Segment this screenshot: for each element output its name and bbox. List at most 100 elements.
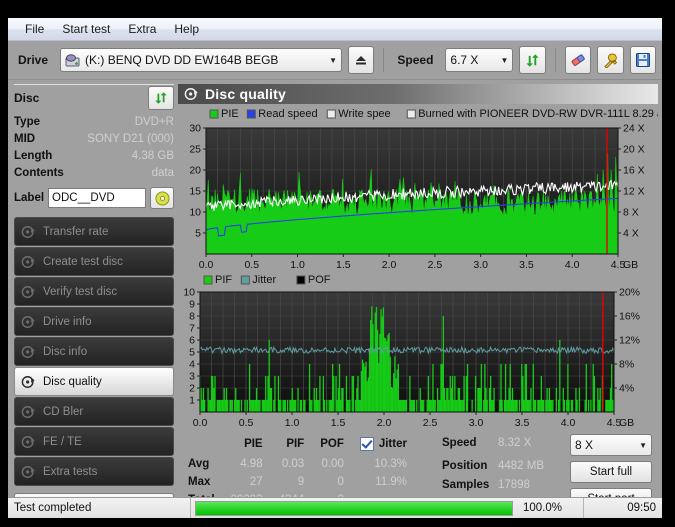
menu-item-extra[interactable]: Extra bbox=[119, 20, 165, 38]
row-value: 4.38 GB bbox=[131, 150, 174, 162]
status-message: Test completed bbox=[14, 502, 92, 514]
svg-text:2.0: 2.0 bbox=[382, 259, 397, 271]
table-row: Avg 4.98 0.03 0.00 10.3% bbox=[182, 455, 415, 473]
svg-text:1.0: 1.0 bbox=[290, 259, 305, 271]
svg-text:Jitter: Jitter bbox=[252, 274, 276, 286]
svg-text:24 X: 24 X bbox=[623, 123, 645, 135]
sidebar-item-label: CD Bler bbox=[43, 405, 84, 418]
disc-refresh-button[interactable] bbox=[148, 86, 174, 110]
svg-text:20: 20 bbox=[189, 165, 201, 177]
sidebar-item-verify-test-disc[interactable]: Verify test disc bbox=[14, 277, 174, 306]
disc-icon bbox=[21, 285, 36, 299]
elapsed-time: 09:50 bbox=[627, 502, 656, 514]
eject-button[interactable] bbox=[348, 46, 375, 74]
progress-bar bbox=[195, 500, 513, 516]
svg-text:0.5: 0.5 bbox=[239, 417, 254, 429]
sidebar-item-label: Extra tests bbox=[43, 465, 98, 478]
row-label-avg: Avg bbox=[188, 457, 210, 470]
content-area: Disc quality PIE Read speed Write spee Burn… bbox=[178, 80, 662, 518]
sidebar-item-create-test-disc[interactable]: Create test disc bbox=[14, 247, 174, 276]
speed-key: Speed bbox=[442, 437, 477, 449]
svg-text:3.5: 3.5 bbox=[519, 259, 534, 271]
run-info-position: Position 4482 MB bbox=[442, 457, 560, 476]
menu-item-file[interactable]: File bbox=[16, 20, 53, 38]
speed-label: Speed bbox=[397, 53, 434, 67]
chevron-down-icon[interactable]: ▼ bbox=[492, 56, 508, 65]
refresh-icon bbox=[525, 53, 540, 68]
svg-text:9: 9 bbox=[189, 299, 195, 311]
svg-text:0.0: 0.0 bbox=[199, 259, 214, 271]
toolbar-separator-1 bbox=[383, 48, 385, 72]
cell-avg-pie: 4.98 bbox=[240, 457, 263, 470]
svg-text:15: 15 bbox=[189, 186, 201, 198]
tools-button[interactable] bbox=[597, 46, 624, 74]
sidebar-item-label: Disc info bbox=[43, 345, 88, 358]
table-row: Max 27 9 0 11.9% bbox=[182, 473, 415, 491]
svg-text:2.5: 2.5 bbox=[423, 417, 438, 429]
svg-text:8%: 8% bbox=[619, 359, 634, 371]
disc-icon bbox=[21, 255, 36, 269]
sidebar-item-extra-tests[interactable]: Extra tests bbox=[14, 457, 174, 486]
disc-info-row-contents: Contents data bbox=[14, 165, 174, 182]
refresh-button[interactable] bbox=[519, 46, 546, 74]
column-header-jitter-label: Jitter bbox=[378, 438, 407, 451]
panel-title: Disc quality bbox=[205, 86, 286, 102]
toolbar: Drive (K:) BENQ DVD DD EW164B BEGB ▼ Spe… bbox=[8, 41, 662, 80]
erase-button[interactable] bbox=[564, 46, 592, 74]
svg-text:2: 2 bbox=[189, 383, 195, 395]
cell-max-jitter: 11.9% bbox=[375, 476, 407, 489]
start-full-button[interactable]: Start full bbox=[570, 461, 652, 483]
menu-item-start-test[interactable]: Start test bbox=[53, 20, 119, 38]
speed-select[interactable]: 6.7 X ▼ bbox=[445, 48, 514, 72]
cell-avg-jitter: 10.3% bbox=[374, 457, 407, 470]
disc-icon-button[interactable] bbox=[150, 187, 174, 209]
svg-text:7: 7 bbox=[189, 323, 195, 335]
svg-text:8: 8 bbox=[189, 311, 195, 323]
disc-label-input[interactable] bbox=[48, 188, 146, 208]
svg-text:4.0: 4.0 bbox=[565, 259, 580, 271]
sidebar-item-disc-quality[interactable]: Disc quality bbox=[14, 367, 174, 396]
menu-bar: File Start test Extra Help bbox=[8, 18, 662, 41]
sidebar-item-label: Transfer rate bbox=[43, 225, 109, 238]
svg-text:20%: 20% bbox=[619, 287, 640, 299]
sidebar-item-label: Create test disc bbox=[43, 255, 123, 268]
sidebar-item-transfer-rate[interactable]: Transfer rate bbox=[14, 217, 174, 246]
column-header-pif: PIF bbox=[286, 438, 305, 451]
svg-text:10: 10 bbox=[189, 207, 201, 219]
svg-text:8 X: 8 X bbox=[623, 207, 639, 219]
row-label-max: Max bbox=[188, 476, 211, 489]
save-icon bbox=[635, 53, 650, 67]
sidebar-item-label: Drive info bbox=[43, 315, 92, 328]
svg-text:PIF: PIF bbox=[215, 274, 232, 286]
test-speed-select[interactable]: 8 X ▼ bbox=[570, 434, 652, 456]
sidebar-item-fe-te[interactable]: FE / TE bbox=[14, 427, 174, 456]
menu-item-help[interactable]: Help bbox=[165, 20, 208, 38]
eraser-icon bbox=[570, 53, 586, 67]
svg-text:4.0: 4.0 bbox=[561, 417, 576, 429]
disc-info-row-mid: MID SONY D21 (000) bbox=[14, 131, 174, 148]
svg-text:GB: GB bbox=[619, 417, 634, 429]
column-header-jitter: Jitter bbox=[352, 434, 415, 455]
disc-icon bbox=[21, 315, 36, 329]
disc-icon bbox=[21, 435, 36, 449]
tools-icon bbox=[602, 53, 618, 68]
sidebar-item-disc-info[interactable]: Disc info bbox=[14, 337, 174, 366]
pie-chart: PIE Read speed Write spee Burned with PIONE… bbox=[189, 108, 658, 271]
progress-percent: 100.0% bbox=[523, 502, 563, 514]
svg-text:3.0: 3.0 bbox=[473, 259, 488, 271]
sidebar-item-drive-info[interactable]: Drive info bbox=[14, 307, 174, 336]
stats-corner bbox=[182, 434, 223, 455]
disc-info-row-type: Type DVD+R bbox=[14, 114, 174, 131]
jitter-checkbox[interactable] bbox=[359, 437, 374, 452]
drive-icon bbox=[65, 53, 80, 67]
svg-text:6: 6 bbox=[189, 335, 195, 347]
sidebar-item-cd-bler[interactable]: CD Bler bbox=[14, 397, 174, 426]
save-button[interactable] bbox=[629, 46, 657, 74]
svg-text:12%: 12% bbox=[619, 335, 640, 347]
chevron-down-icon[interactable]: ▼ bbox=[321, 56, 337, 65]
svg-text:30: 30 bbox=[189, 123, 201, 135]
cell-max-pif: 9 bbox=[297, 476, 305, 489]
drive-select[interactable]: (K:) BENQ DVD DD EW164B BEGB ▼ bbox=[60, 48, 343, 72]
chevron-down-icon[interactable]: ▼ bbox=[631, 441, 647, 450]
row-value: data bbox=[151, 167, 174, 179]
